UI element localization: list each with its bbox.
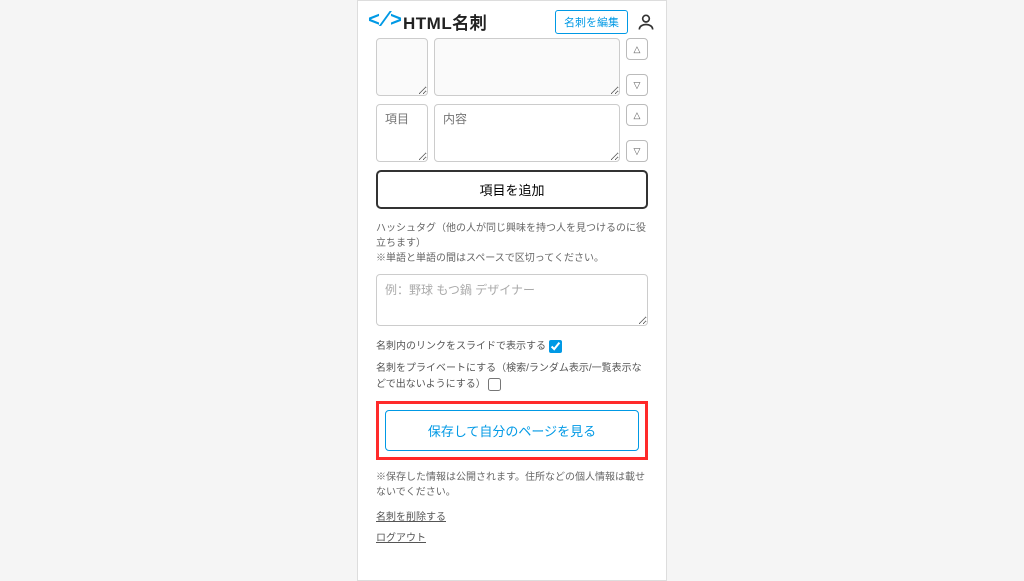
save-warning-text: ※保存した情報は公開されます。住所などの個人情報は載せないでください。 [376,470,648,500]
move-down-button[interactable]: ▽ [626,74,648,96]
hashtag-help: ハッシュタグ（他の人が同じ興味を持つ人を見つけるのに役立ちます） ※単語と単語の… [376,221,648,266]
app-container: </> HTML名刺 名刺を編集 △ ▽ △ [357,0,667,581]
account-icon[interactable] [636,12,656,32]
private-check-row: 名刺をプライベートにする（検索/ランダム表示/一覧表示などで出ないようにする） [376,361,648,393]
hashtag-help-line2: ※単語と単語の間はスペースで区切ってください。 [376,251,648,266]
item-value-input[interactable] [434,38,620,96]
private-check-label: 名刺をプライベートにする（検索/ランダム表示/一覧表示などで出ないようにする） [376,363,642,390]
slide-checkbox[interactable] [549,340,562,353]
app-header: </> HTML名刺 名刺を編集 [358,1,666,38]
logo-code-icon: </> [368,10,401,33]
slide-check-row: 名刺内のリンクをスライドで表示する [376,339,648,355]
reorder-controls: △ ▽ [626,38,648,96]
logo-text: HTML名刺 [403,9,487,34]
hashtag-input[interactable] [376,274,648,326]
hashtag-help-line1: ハッシュタグ（他の人が同じ興味を持つ人を見つけるのに役立ちます） [376,221,648,251]
save-highlight-box: 保存して自分のページを見る [376,401,648,460]
reorder-controls: △ ▽ [626,104,648,162]
move-up-button[interactable]: △ [626,38,648,60]
form-content: △ ▽ △ ▽ 項目を追加 ハッシュタグ（他の人が同じ興味を持つ人を見つけるのに… [358,38,666,544]
save-button[interactable]: 保存して自分のページを見る [385,410,639,451]
private-checkbox[interactable] [488,378,501,391]
app-logo: </> HTML名刺 [368,9,487,34]
item-row: △ ▽ [376,38,648,96]
logout-link[interactable]: ログアウト [376,529,648,544]
item-label-input[interactable] [376,104,428,162]
add-item-button[interactable]: 項目を追加 [376,170,648,209]
move-up-button[interactable]: △ [626,104,648,126]
item-label-input[interactable] [376,38,428,96]
item-row: △ ▽ [376,104,648,162]
item-value-input[interactable] [434,104,620,162]
edit-card-button[interactable]: 名刺を編集 [555,10,628,34]
delete-card-link[interactable]: 名刺を削除する [376,508,648,523]
move-down-button[interactable]: ▽ [626,140,648,162]
slide-check-label: 名刺内のリンクをスライドで表示する [376,341,546,352]
header-right: 名刺を編集 [555,10,656,34]
